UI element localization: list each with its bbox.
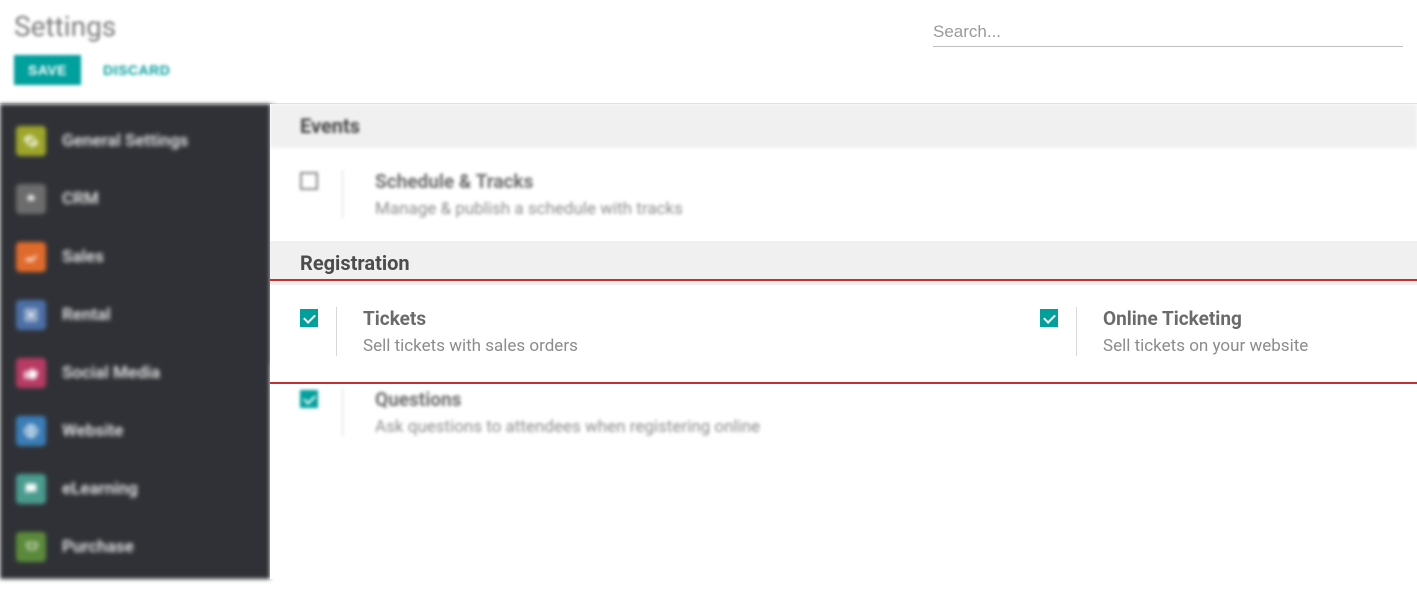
schedule-tracks-checkbox[interactable]	[300, 172, 318, 190]
divider	[336, 307, 337, 356]
section-header-events: Events	[270, 104, 1417, 148]
option-desc: Ask questions to attendees when register…	[375, 417, 1387, 437]
option-title: Questions	[375, 388, 1387, 411]
tickets-checkbox[interactable]	[300, 309, 318, 327]
settings-content: Events Schedule & Tracks Manage & publis…	[270, 104, 1417, 579]
section-header-registration: Registration	[270, 241, 1417, 285]
cart-icon	[16, 532, 46, 562]
divider	[342, 170, 343, 219]
sidebar-item-label: CRM	[62, 189, 99, 209]
sidebar-item-general-settings[interactable]: General Settings	[0, 112, 270, 170]
sidebar-item-label: General Settings	[62, 131, 188, 151]
option-questions: Questions Ask questions to attendees whe…	[270, 378, 1417, 459]
sidebar-item-website[interactable]: Website	[0, 402, 270, 460]
online-ticketing-checkbox[interactable]	[1040, 309, 1058, 327]
thumbs-up-icon	[16, 358, 46, 388]
sidebar-item-purchase[interactable]: Purchase	[0, 518, 270, 576]
questions-checkbox[interactable]	[300, 390, 318, 408]
key-icon	[16, 300, 46, 330]
sidebar-item-sales[interactable]: Sales	[0, 228, 270, 286]
option-tickets: Tickets Sell tickets with sales orders	[300, 307, 1040, 356]
option-desc: Sell tickets with sales orders	[363, 336, 1040, 356]
sidebar-item-label: Purchase	[62, 537, 134, 557]
option-online-ticketing: Online Ticketing Sell tickets on your we…	[1040, 307, 1387, 356]
handshake-icon	[16, 184, 46, 214]
option-schedule-tracks: Schedule & Tracks Manage & publish a sch…	[270, 148, 1417, 241]
option-title: Tickets	[363, 307, 1040, 330]
sidebar-item-elearning[interactable]: eLearning	[0, 460, 270, 518]
option-desc: Manage & publish a schedule with tracks	[375, 199, 1387, 219]
divider	[1076, 307, 1077, 356]
discard-button[interactable]: DISCARD	[103, 62, 170, 78]
sidebar-item-label: eLearning	[62, 479, 138, 499]
gear-icon	[16, 126, 46, 156]
sidebar-item-rental[interactable]: Rental	[0, 286, 270, 344]
chart-icon	[16, 242, 46, 272]
option-desc: Sell tickets on your website	[1103, 336, 1387, 356]
option-title: Schedule & Tracks	[375, 170, 1387, 193]
sidebar-item-social-media[interactable]: Social Media	[0, 344, 270, 402]
sidebar-item-label: Website	[62, 421, 123, 441]
sidebar-item-label: Rental	[62, 305, 111, 325]
page-title: Settings	[14, 10, 116, 43]
sidebar-item-label: Sales	[62, 247, 104, 267]
search-input[interactable]	[933, 18, 1403, 47]
divider	[342, 388, 343, 437]
sidebar: General Settings CRM Sales Rental Social…	[0, 104, 270, 579]
chat-icon	[16, 474, 46, 504]
sidebar-item-crm[interactable]: CRM	[0, 170, 270, 228]
globe-icon	[16, 416, 46, 446]
save-button[interactable]: SAVE	[14, 55, 81, 85]
option-title: Online Ticketing	[1103, 307, 1387, 330]
sidebar-item-label: Social Media	[62, 363, 160, 383]
